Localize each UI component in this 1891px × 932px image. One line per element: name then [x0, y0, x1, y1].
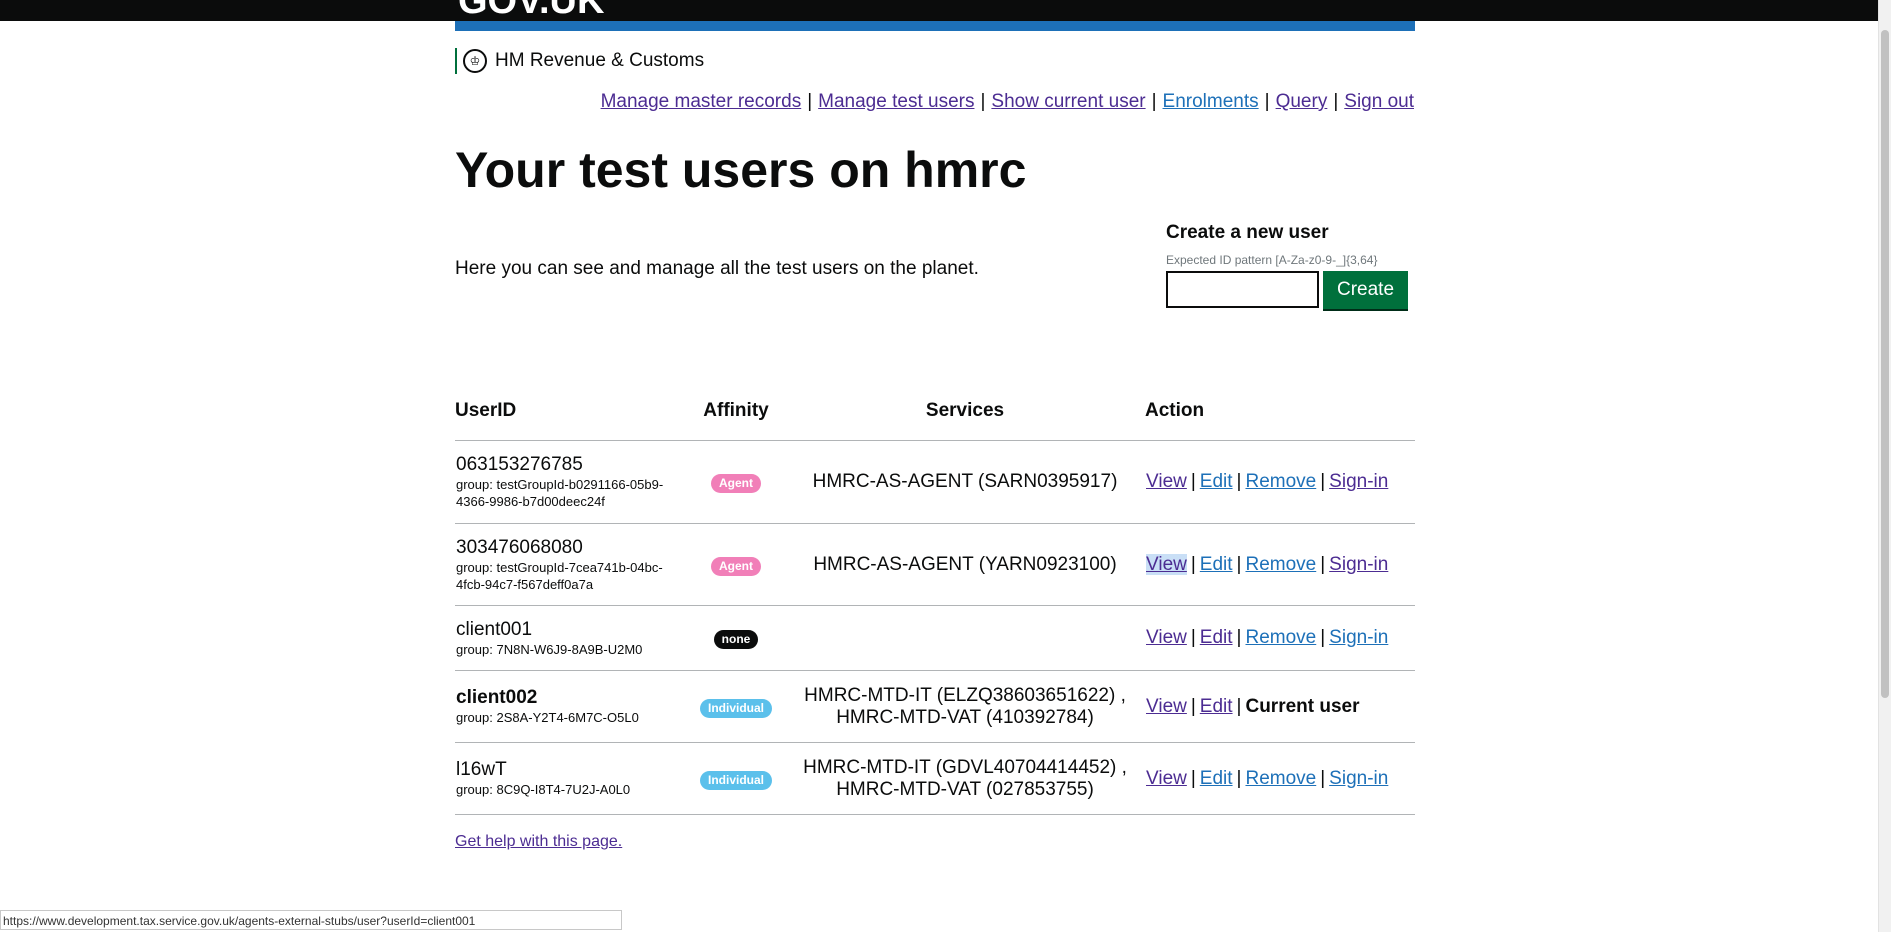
- remove-link[interactable]: Remove: [1245, 627, 1316, 648]
- create-user-title: Create a new user: [1166, 222, 1329, 243]
- page-intro: Here you can see and manage all the test…: [455, 258, 979, 279]
- action-separator: |: [1320, 627, 1326, 648]
- edit-link[interactable]: Edit: [1200, 554, 1233, 575]
- user-id: 063153276785: [456, 454, 583, 475]
- services-cell: [785, 605, 1146, 671]
- nav-manage-test-users[interactable]: Manage test users: [818, 91, 974, 113]
- vertical-scrollbar[interactable]: [1878, 0, 1891, 932]
- nav-separator: |: [1151, 91, 1157, 112]
- user-group: group: 8C9Q-I8T4-7U2J-A0L0: [456, 782, 631, 797]
- edit-link[interactable]: Edit: [1200, 696, 1233, 717]
- edit-link[interactable]: Edit: [1200, 768, 1233, 789]
- service-line: HMRC-MTD-VAT (027853755): [836, 778, 1094, 800]
- remove-link[interactable]: Remove: [1245, 554, 1316, 575]
- sign-in-link[interactable]: Sign-in: [1329, 768, 1388, 789]
- create-user-hint: Expected ID pattern [A-Za-z0-9-_]{3,64}: [1166, 253, 1378, 267]
- nav-separator: |: [1264, 91, 1270, 112]
- create-user-button[interactable]: Create: [1323, 271, 1408, 309]
- edit-link[interactable]: Edit: [1200, 627, 1233, 648]
- nav-manage-master-records[interactable]: Manage master records: [601, 91, 802, 113]
- action-separator: |: [1236, 767, 1242, 789]
- browser-status-url: https://www.development.tax.service.gov.…: [0, 910, 622, 930]
- table-row: 063153276785 group: testGroupId-b0291166-…: [455, 440, 1415, 524]
- action-separator: |: [1320, 767, 1326, 789]
- get-help-link[interactable]: Get help with this page.: [455, 833, 622, 851]
- affinity-badge: Agent: [711, 556, 761, 576]
- header-userid: UserID: [455, 394, 687, 441]
- nav-separator: |: [807, 91, 813, 112]
- action-separator: |: [1236, 695, 1242, 717]
- action-separator: |: [1190, 627, 1196, 648]
- action-separator: |: [1236, 627, 1242, 648]
- view-link[interactable]: View: [1146, 471, 1187, 492]
- user-id: client001: [456, 618, 533, 640]
- sign-in-link[interactable]: Sign-in: [1329, 627, 1388, 648]
- user-id: client002: [456, 687, 538, 708]
- action-separator: |: [1190, 767, 1196, 789]
- header-affinity: Affinity: [687, 394, 785, 441]
- sign-in-link[interactable]: Sign-in: [1329, 471, 1388, 492]
- organisation-header: ♔ HM Revenue & Customs: [455, 48, 704, 74]
- govuk-logo[interactable]: GOV.UK: [458, 0, 604, 20]
- affinity-badge: none: [713, 630, 759, 649]
- nav-sign-out[interactable]: Sign out: [1344, 91, 1414, 113]
- service-line: HMRC-MTD-IT (GDVL40704414452) ,: [803, 756, 1127, 778]
- organisation-name: HM Revenue & Customs: [495, 50, 705, 71]
- sign-in-link[interactable]: Sign-in: [1329, 554, 1388, 575]
- remove-link[interactable]: Remove: [1245, 471, 1316, 492]
- nav-query[interactable]: Query: [1276, 91, 1328, 113]
- affinity-badge: Agent: [711, 474, 761, 493]
- govuk-header: GOV.UK: [0, 0, 1879, 21]
- view-link[interactable]: View: [1146, 627, 1187, 648]
- view-link[interactable]: View: [1146, 696, 1187, 717]
- service-line: HMRC-MTD-VAT (410392784): [836, 706, 1094, 728]
- nav-enrolments[interactable]: Enrolments: [1163, 91, 1259, 113]
- action-separator: |: [1320, 471, 1326, 492]
- action-separator: |: [1190, 695, 1196, 717]
- crown-icon: ♔: [463, 49, 487, 73]
- current-user-label: Current user: [1245, 695, 1360, 717]
- table-row: l16wT group: 8C9Q-I8T4-7U2J-A0L0 Individu…: [455, 742, 1415, 815]
- user-id: 303476068080: [456, 536, 583, 558]
- action-separator: |: [1236, 471, 1242, 492]
- top-navigation: Manage master records | Manage test users…: [601, 91, 1414, 113]
- table-row: client001 group: 7N8N-W6J9-8A9B-U2M0 none…: [455, 605, 1415, 671]
- action-separator: |: [1190, 471, 1196, 492]
- header-services: Services: [785, 394, 1146, 441]
- affinity-badge: Individual: [699, 698, 772, 718]
- user-id: l16wT: [456, 759, 507, 780]
- service-line: HMRC-AS-AGENT (SARN0395917): [812, 471, 1118, 492]
- service-line: HMRC-AS-AGENT (YARN0923100): [813, 553, 1117, 575]
- action-separator: |: [1190, 553, 1196, 575]
- header-action: Action: [1145, 394, 1415, 441]
- nav-separator: |: [980, 91, 986, 112]
- users-table: UserID Affinity Services Action 06315327…: [455, 394, 1415, 815]
- service-line: HMRC-MTD-IT (ELZQ38603651622) ,: [804, 684, 1126, 706]
- action-separator: |: [1236, 553, 1242, 575]
- user-group: group: testGroupId-b0291166-05b9-4366-99…: [456, 477, 664, 509]
- user-group: group: 7N8N-W6J9-8A9B-U2M0: [456, 641, 643, 657]
- edit-link[interactable]: Edit: [1200, 471, 1233, 492]
- action-separator: |: [1320, 553, 1326, 575]
- table-row: 303476068080 group: testGroupId-7cea741b-…: [455, 523, 1415, 606]
- nav-separator: |: [1333, 91, 1339, 112]
- view-link[interactable]: View: [1146, 553, 1187, 575]
- affinity-badge: Individual: [699, 770, 772, 790]
- table-row: client002 group: 2S8A-Y2T4-6M7C-O5L0 Indi…: [455, 670, 1415, 743]
- page-title: Your test users on hmrc: [455, 142, 1027, 198]
- nav-show-current-user[interactable]: Show current user: [991, 91, 1145, 113]
- remove-link[interactable]: Remove: [1245, 768, 1316, 789]
- view-link[interactable]: View: [1146, 768, 1187, 789]
- new-user-id-input[interactable]: [1166, 271, 1319, 308]
- user-group: group: 2S8A-Y2T4-6M7C-O5L0: [456, 710, 639, 725]
- user-group: group: testGroupId-7cea741b-04bc-4fcb-94…: [456, 559, 663, 592]
- header-blue-bar: [455, 21, 1415, 31]
- scroll-thumb[interactable]: [1881, 30, 1889, 698]
